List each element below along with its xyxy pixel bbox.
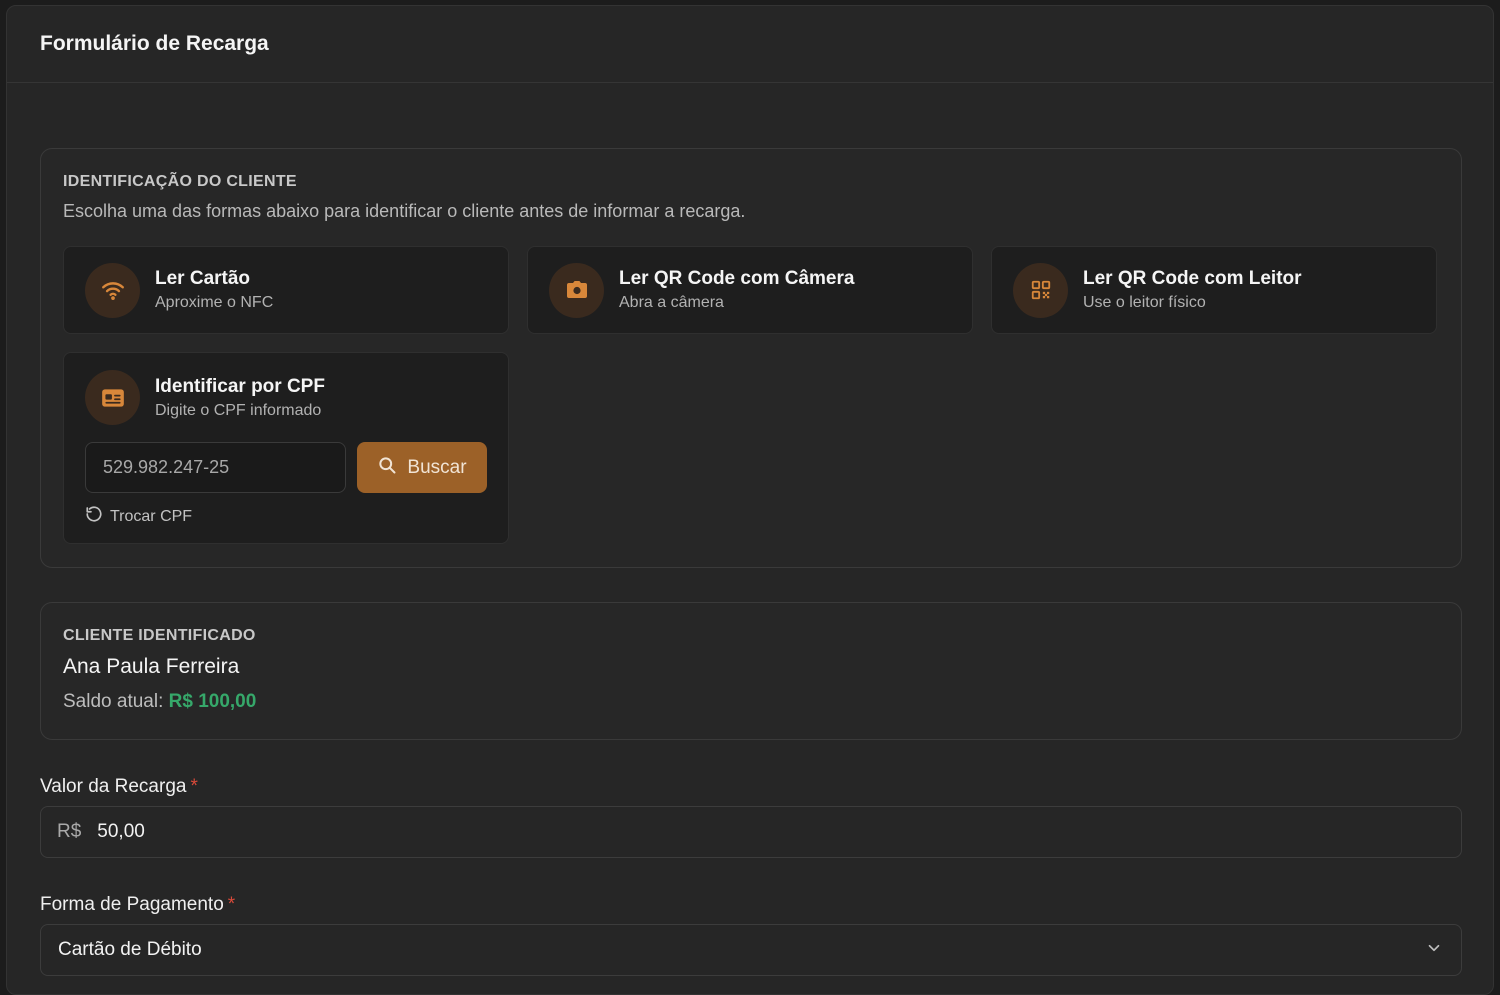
- required-mark: *: [227, 894, 236, 915]
- amount-value: 50,00: [97, 821, 145, 842]
- client-balance: Saldo atual: R$ 100,00: [63, 691, 1439, 713]
- client-name: Ana Paula Ferreira: [63, 655, 240, 678]
- identified-client-card: CLIENTE IDENTIFICADO Ana Paula Ferreira …: [40, 602, 1462, 740]
- qr-code-icon: [1013, 262, 1068, 318]
- read-card-option[interactable]: Ler Cartão Aproxime o NFC: [63, 246, 509, 334]
- identification-title: IDENTIFICAÇÃO DO CLIENTE: [63, 173, 297, 190]
- swap-cpf-link[interactable]: Trocar CPF: [85, 505, 192, 528]
- amount-input[interactable]: R$ 50,00: [40, 806, 1462, 858]
- page-header: Formulário de Recarga: [7, 6, 1493, 83]
- cpf-identification-panel: Identificar por CPF Digite o CPF informa…: [63, 352, 509, 544]
- id-card-icon: [85, 370, 140, 425]
- swap-cpf-label: Trocar CPF: [110, 507, 193, 525]
- required-mark: *: [190, 776, 198, 797]
- qr-camera-subtitle: Abra a câmera: [619, 294, 724, 311]
- client-section-title: CLIENTE IDENTIFICADO: [63, 627, 256, 644]
- payment-method-value: Cartão de Débito: [58, 939, 202, 960]
- read-card-subtitle: Aproxime o NFC: [155, 294, 274, 311]
- rotate-ccw-icon: [85, 505, 103, 528]
- recharge-form-window: Formulário de Recarga IDENTIFICAÇÃO DO C…: [6, 5, 1494, 995]
- payment-label: Forma de Pagamento *: [40, 894, 1462, 916]
- identification-description: Escolha uma das formas abaixo para ident…: [63, 201, 746, 221]
- search-icon: [377, 455, 397, 481]
- qr-reader-title: Ler QR Code com Leitor: [1083, 268, 1302, 289]
- search-button-label: Buscar: [407, 456, 467, 478]
- qr-reader-subtitle: Use o leitor físico: [1083, 294, 1206, 311]
- nfc-icon: [85, 262, 140, 318]
- qr-camera-title: Ler QR Code com Câmera: [619, 268, 855, 289]
- qr-camera-option[interactable]: Ler QR Code com Câmera Abra a câmera: [527, 246, 973, 334]
- payment-method-select[interactable]: Cartão de Débito: [40, 924, 1462, 976]
- client-identification-card: IDENTIFICAÇÃO DO CLIENTE Escolha uma das…: [40, 148, 1462, 568]
- qr-reader-option[interactable]: Ler QR Code com Leitor Use o leitor físi…: [991, 246, 1437, 334]
- payment-label-text: Forma de Pagamento: [40, 894, 224, 915]
- search-button[interactable]: Buscar: [357, 442, 487, 493]
- chevron-down-icon: [1425, 939, 1443, 962]
- balance-value: R$ 100,00: [168, 691, 257, 712]
- cpf-title: Identificar por CPF: [155, 375, 325, 397]
- identification-methods: Ler Cartão Aproxime o NFC Ler QR Code co…: [63, 246, 1439, 334]
- cpf-subtitle: Digite o CPF informado: [155, 401, 322, 419]
- currency-prefix: R$: [57, 821, 82, 842]
- balance-label: Saldo atual:: [63, 691, 164, 712]
- camera-icon: [549, 262, 604, 318]
- form-content: IDENTIFICAÇÃO DO CLIENTE Escolha uma das…: [40, 148, 1462, 976]
- amount-label: Valor da Recarga *: [40, 776, 1462, 798]
- read-card-title: Ler Cartão: [155, 268, 251, 289]
- amount-label-text: Valor da Recarga: [40, 776, 187, 797]
- cpf-input[interactable]: [85, 442, 346, 493]
- page-title: Formulário de Recarga: [40, 32, 269, 55]
